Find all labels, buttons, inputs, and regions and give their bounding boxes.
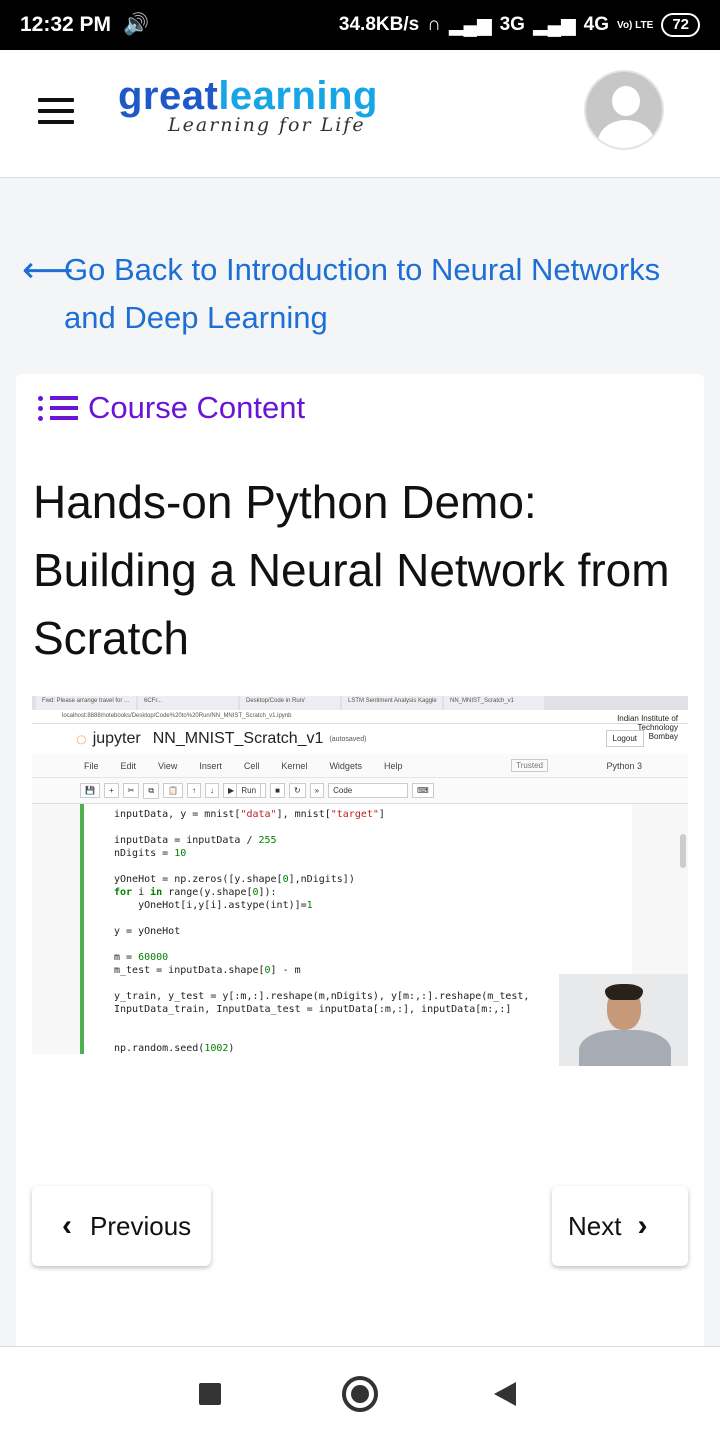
stop-icon: ■	[270, 783, 285, 798]
kernel-name: Python 3	[606, 760, 642, 771]
keyboard-icon: ⌨	[412, 783, 434, 798]
headset-icon: ∩	[427, 14, 441, 35]
menu-item: Kernel	[281, 760, 308, 771]
chevron-left-icon: ‹	[62, 1209, 72, 1242]
network-speed: 34.8KB/s	[338, 14, 420, 35]
save-icon: 💾	[80, 783, 100, 798]
menu-item: Insert	[199, 760, 222, 771]
arrow-up-icon: ↑	[187, 783, 202, 798]
presenter-video	[559, 974, 688, 1066]
logo-tagline: Learning for Life	[168, 114, 366, 136]
add-icon: +	[103, 783, 119, 798]
previous-label: Previous	[90, 1210, 192, 1241]
status-indicators: 34.8KB/s ∩ ▂▄▆ 3G ▂▄▆ 4G Vo) LTE 72	[339, 13, 700, 37]
browser-tab: LSTM Sentiment Analysis Kaggle	[342, 696, 442, 710]
arrow-left-icon: ⟵	[22, 249, 74, 290]
menu-item: File	[84, 760, 99, 771]
scrollbar	[680, 834, 686, 868]
volume-icon: 🔊	[123, 13, 150, 36]
course-content-link[interactable]: Course Content	[38, 390, 305, 426]
browser-tab: 6CFr...	[138, 696, 238, 710]
browser-url: localhost:8888/notebooks/Desktop/Code%20…	[32, 710, 688, 724]
lte-badge: Vo) LTE	[617, 19, 654, 31]
network-type: 3G	[499, 14, 525, 35]
menu-item: Help	[383, 760, 403, 771]
back-link-text: Go Back to Introduction to Neural Networ…	[64, 252, 661, 335]
previous-button[interactable]: ‹ Previous	[32, 1186, 211, 1266]
browser-tab: Desktop/Code in Run/	[240, 696, 340, 710]
logo-word-great: great	[118, 74, 219, 118]
restart-icon: ↻	[288, 783, 306, 798]
fast-forward-icon: »	[309, 783, 325, 798]
cut-icon: ✂	[122, 783, 140, 798]
menu-item: Widgets	[329, 760, 362, 771]
menu-icon[interactable]	[38, 98, 74, 124]
arrow-down-icon: ↓	[205, 783, 220, 798]
trusted-badge: Trusted	[511, 759, 548, 772]
network-type-2: 4G	[583, 14, 610, 35]
notebook-toolbar: 💾 + ✂ ⧉ 📋 ↑ ↓ ▶ Run ■ ↻ » Code ⌨	[32, 778, 688, 804]
notebook-menu: File Edit View Insert Cell Kernel Widget…	[32, 754, 688, 778]
browser-tabs: Fwd: Please arrange travel for ... 6CFr.…	[32, 696, 688, 710]
menu-item: View	[158, 760, 178, 771]
jupyter-header: ◌ jupyter NN_MNIST_Scratch_v1 (autosaved…	[32, 714, 688, 754]
video-player[interactable]: Fwd: Please arrange travel for ... 6CFr.…	[32, 696, 688, 1066]
code-text: inputData, y = mnist["data"], mnist["tar…	[114, 809, 530, 1054]
notebook-name: NN_MNIST_Scratch_v1	[152, 730, 324, 747]
browser-tab: Fwd: Please arrange travel for ...	[36, 696, 136, 710]
status-bar: 12:32 PM 🔊 34.8KB/s ∩ ▂▄▆ 3G ▂▄▆ 4G Vo) …	[0, 0, 720, 50]
autosave-status: (autosaved)	[329, 735, 367, 743]
jupyter-label: jupyter	[92, 730, 141, 747]
menu-item: Cell	[243, 760, 260, 771]
user-avatar[interactable]	[584, 70, 664, 150]
battery-indicator: 72	[661, 13, 700, 37]
system-nav-bar	[0, 1346, 720, 1440]
next-label: Next	[568, 1210, 622, 1241]
brand-logo[interactable]: greatlearning Learning for Life	[118, 74, 378, 136]
next-button[interactable]: Next ›	[552, 1186, 688, 1266]
back-link[interactable]: ⟵ Go Back to Introduction to Neural Netw…	[22, 246, 702, 342]
lesson-title: Hands-on Python Demo: Building a Neural …	[33, 476, 670, 664]
institute-logo: Indian Institute of Technology Bombay	[617, 714, 678, 741]
run-label: Run	[236, 783, 262, 798]
copy-icon: ⧉	[143, 782, 160, 799]
jupyter-logo-icon: ◌	[76, 728, 87, 749]
app-header: greatlearning Learning for Life	[0, 50, 720, 178]
list-icon	[38, 393, 78, 423]
run-button: ▶ Run	[223, 783, 267, 798]
cell-type-select: Code	[328, 783, 409, 798]
recent-apps-icon[interactable]	[199, 1383, 221, 1405]
browser-tab: NN_MNIST_Scratch_v1	[444, 696, 544, 710]
status-time: 12:32 PM	[20, 13, 112, 36]
menu-item: Edit	[120, 760, 137, 771]
home-icon[interactable]	[342, 1376, 378, 1412]
signal-icon: ▂▄▆	[448, 14, 492, 36]
paste-icon: 📋	[163, 783, 184, 798]
back-icon[interactable]	[494, 1382, 516, 1406]
logo-word-learning: learning	[218, 74, 378, 118]
signal-icon-2: ▂▄▆	[532, 14, 576, 36]
chevron-right-icon: ›	[637, 1209, 648, 1242]
course-content-label: Course Content	[88, 390, 306, 425]
